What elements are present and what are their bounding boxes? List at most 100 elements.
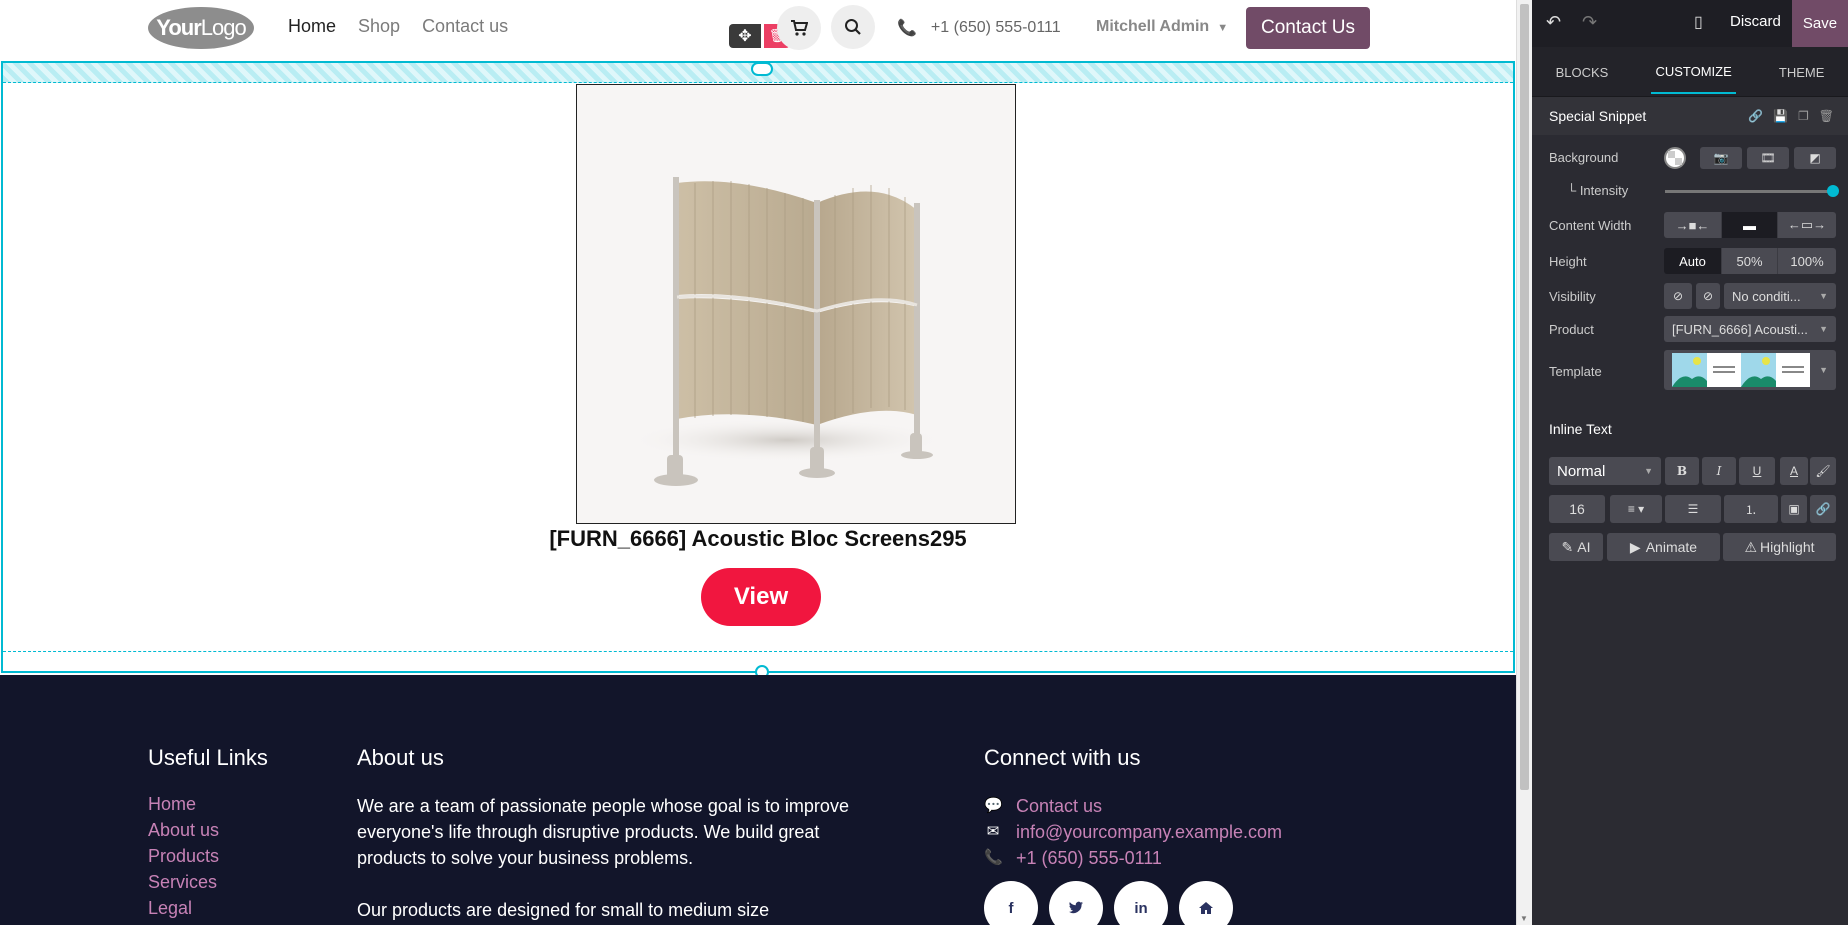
highlight-button[interactable]: ⚠ Highlight: [1723, 533, 1836, 561]
facebook-icon[interactable]: f: [984, 881, 1038, 925]
font-size-input[interactable]: 16: [1549, 495, 1605, 523]
hide-mobile-icon[interactable]: ⊘: [1696, 283, 1720, 309]
save-snippet-icon[interactable]: 💾: [1773, 109, 1788, 123]
twitter-icon[interactable]: [1049, 881, 1103, 925]
intensity-slider[interactable]: [1665, 190, 1832, 193]
tab-customize[interactable]: CUSTOMIZE: [1651, 49, 1736, 94]
header-phone[interactable]: 📞 +1 (650) 555-0111: [897, 18, 1061, 38]
menu-item-contact[interactable]: Contact us: [422, 16, 508, 37]
text-style-value: Normal: [1557, 462, 1606, 480]
snippet-title: Special Snippet: [1549, 108, 1647, 124]
footer-phone-text: +1 (650) 555-0111: [1016, 848, 1162, 868]
width-small-icon[interactable]: →■←: [1664, 212, 1722, 238]
highlight-color-icon[interactable]: 🖌: [1810, 457, 1836, 485]
about-us-paragraph: We are a team of passionate people whose…: [357, 796, 849, 868]
footer-link-home[interactable]: Home: [148, 793, 268, 815]
highlighter-icon: ⚠: [1744, 538, 1758, 555]
redo-icon[interactable]: ↷: [1582, 12, 1597, 33]
italic-icon[interactable]: I: [1702, 457, 1736, 485]
page-scrollbar[interactable]: ▼: [1516, 0, 1532, 925]
ai-label: AI: [1577, 539, 1591, 555]
hide-desktop-icon[interactable]: ⊘: [1664, 283, 1692, 309]
discard-button[interactable]: Discard: [1730, 13, 1781, 30]
editor-topbar: ↶ ↷ ▯ Discard Save: [1532, 0, 1848, 47]
home-icon[interactable]: [1179, 881, 1233, 925]
background-video-icon[interactable]: 🎞: [1747, 147, 1789, 169]
menu-item-home[interactable]: Home: [288, 16, 336, 37]
label-content-width: Content Width: [1549, 218, 1632, 233]
special-snippet-section[interactable]: [FURN_6666] Acoustic Bloc Screens295 Vie…: [1, 61, 1515, 679]
logo-text-bold: Your: [156, 15, 201, 40]
save-button[interactable]: Save: [1792, 0, 1848, 47]
scroll-down-arrow-icon[interactable]: ▼: [1520, 914, 1528, 923]
label-template: Template: [1549, 364, 1602, 379]
background-image-icon[interactable]: 📷: [1700, 147, 1742, 169]
acoustic-screen-illustration: [627, 177, 947, 486]
inline-text-title: Inline Text: [1549, 421, 1612, 437]
comment-icon: 💬: [984, 797, 1003, 814]
chevron-down-icon: ▼: [1819, 324, 1828, 334]
intensity-slider-thumb[interactable]: [1827, 185, 1839, 197]
footer-link-legal[interactable]: Legal: [148, 897, 268, 919]
background-color-picker[interactable]: [1664, 147, 1686, 169]
footer-link-services[interactable]: Services: [148, 871, 268, 893]
numbered-list-icon[interactable]: ⒈: [1724, 495, 1778, 523]
content-width-options: →■← ▬ ←▭→: [1664, 212, 1836, 238]
bold-icon[interactable]: B: [1665, 457, 1699, 485]
footer-link-products[interactable]: Products: [148, 845, 268, 867]
tab-blocks[interactable]: BLOCKS: [1552, 50, 1613, 93]
scrollbar-thumb[interactable]: [1520, 4, 1529, 790]
label-product: Product: [1549, 322, 1594, 337]
user-menu[interactable]: Mitchell Admin ▼: [1096, 18, 1228, 36]
height-50[interactable]: 50%: [1722, 248, 1778, 274]
bullet-list-icon[interactable]: ☰: [1665, 495, 1721, 523]
footer-email-link[interactable]: ✉ info@yourcompany.example.com: [984, 819, 1282, 845]
height-100[interactable]: 100%: [1778, 248, 1836, 274]
chevron-down-icon: ▼: [1819, 365, 1828, 375]
chevron-down-icon: ▼: [1819, 291, 1828, 301]
trash-icon[interactable]: 🗑: [1819, 109, 1834, 123]
background-shape-icon[interactable]: ◩: [1794, 147, 1836, 169]
label-visibility: Visibility: [1549, 289, 1596, 304]
width-regular-icon[interactable]: ▬: [1722, 212, 1778, 238]
view-product-button[interactable]: View: [701, 568, 821, 626]
resize-handle-top[interactable]: [751, 62, 773, 76]
footer-link-about[interactable]: About us: [148, 819, 268, 841]
duplicate-icon[interactable]: ❐: [1798, 109, 1809, 123]
insert-link-icon[interactable]: 🔗: [1810, 495, 1836, 523]
width-full-icon[interactable]: ←▭→: [1778, 212, 1836, 238]
cart-icon[interactable]: [777, 6, 821, 50]
font-color-icon[interactable]: A: [1780, 457, 1808, 485]
linkedin-icon[interactable]: in: [1114, 881, 1168, 925]
footer-phone-link[interactable]: 📞 +1 (650) 555-0111: [984, 845, 1282, 871]
footer-contact-link[interactable]: 💬 Contact us: [984, 793, 1282, 819]
product-value: [FURN_6666] Acousti...: [1672, 321, 1808, 337]
underline-icon[interactable]: U: [1739, 457, 1775, 485]
align-center-icon[interactable]: ≡ ▾: [1610, 495, 1662, 523]
product-image[interactable]: [576, 84, 1016, 524]
insert-media-icon[interactable]: ▣: [1781, 495, 1807, 523]
site-logo[interactable]: Your Logo: [148, 7, 254, 49]
main-menu: Home Shop Contact us: [288, 16, 508, 37]
link-icon[interactable]: 🔗: [1748, 109, 1763, 123]
inline-text-header: Inline Text: [1532, 409, 1848, 449]
height-auto[interactable]: Auto: [1664, 248, 1722, 274]
envelope-icon: ✉: [986, 823, 1000, 840]
mobile-preview-icon[interactable]: ▯: [1694, 12, 1703, 32]
product-name: [FURN_6666] Acoustic Bloc Screens295: [549, 526, 967, 551]
template-select[interactable]: ▼: [1664, 350, 1836, 390]
animate-label: Animate: [1645, 539, 1698, 555]
ai-button[interactable]: ✎ AI: [1549, 533, 1603, 561]
undo-icon[interactable]: ↶: [1546, 12, 1561, 33]
product-select[interactable]: [FURN_6666] Acousti... ▼: [1664, 316, 1836, 342]
header-phone-number: +1 (650) 555-0111: [930, 19, 1061, 36]
tab-theme[interactable]: THEME: [1775, 50, 1829, 93]
animate-button[interactable]: ▶ Animate: [1607, 533, 1720, 561]
visibility-select[interactable]: No conditi... ▼: [1724, 283, 1836, 309]
footer-contact-text: Contact us: [1016, 796, 1103, 816]
text-style-select[interactable]: Normal ▼: [1549, 457, 1661, 485]
search-icon[interactable]: [831, 5, 875, 49]
contact-us-button[interactable]: Contact Us: [1246, 7, 1370, 49]
menu-item-shop[interactable]: Shop: [358, 16, 400, 37]
move-snippet-icon[interactable]: ✥: [729, 24, 761, 48]
